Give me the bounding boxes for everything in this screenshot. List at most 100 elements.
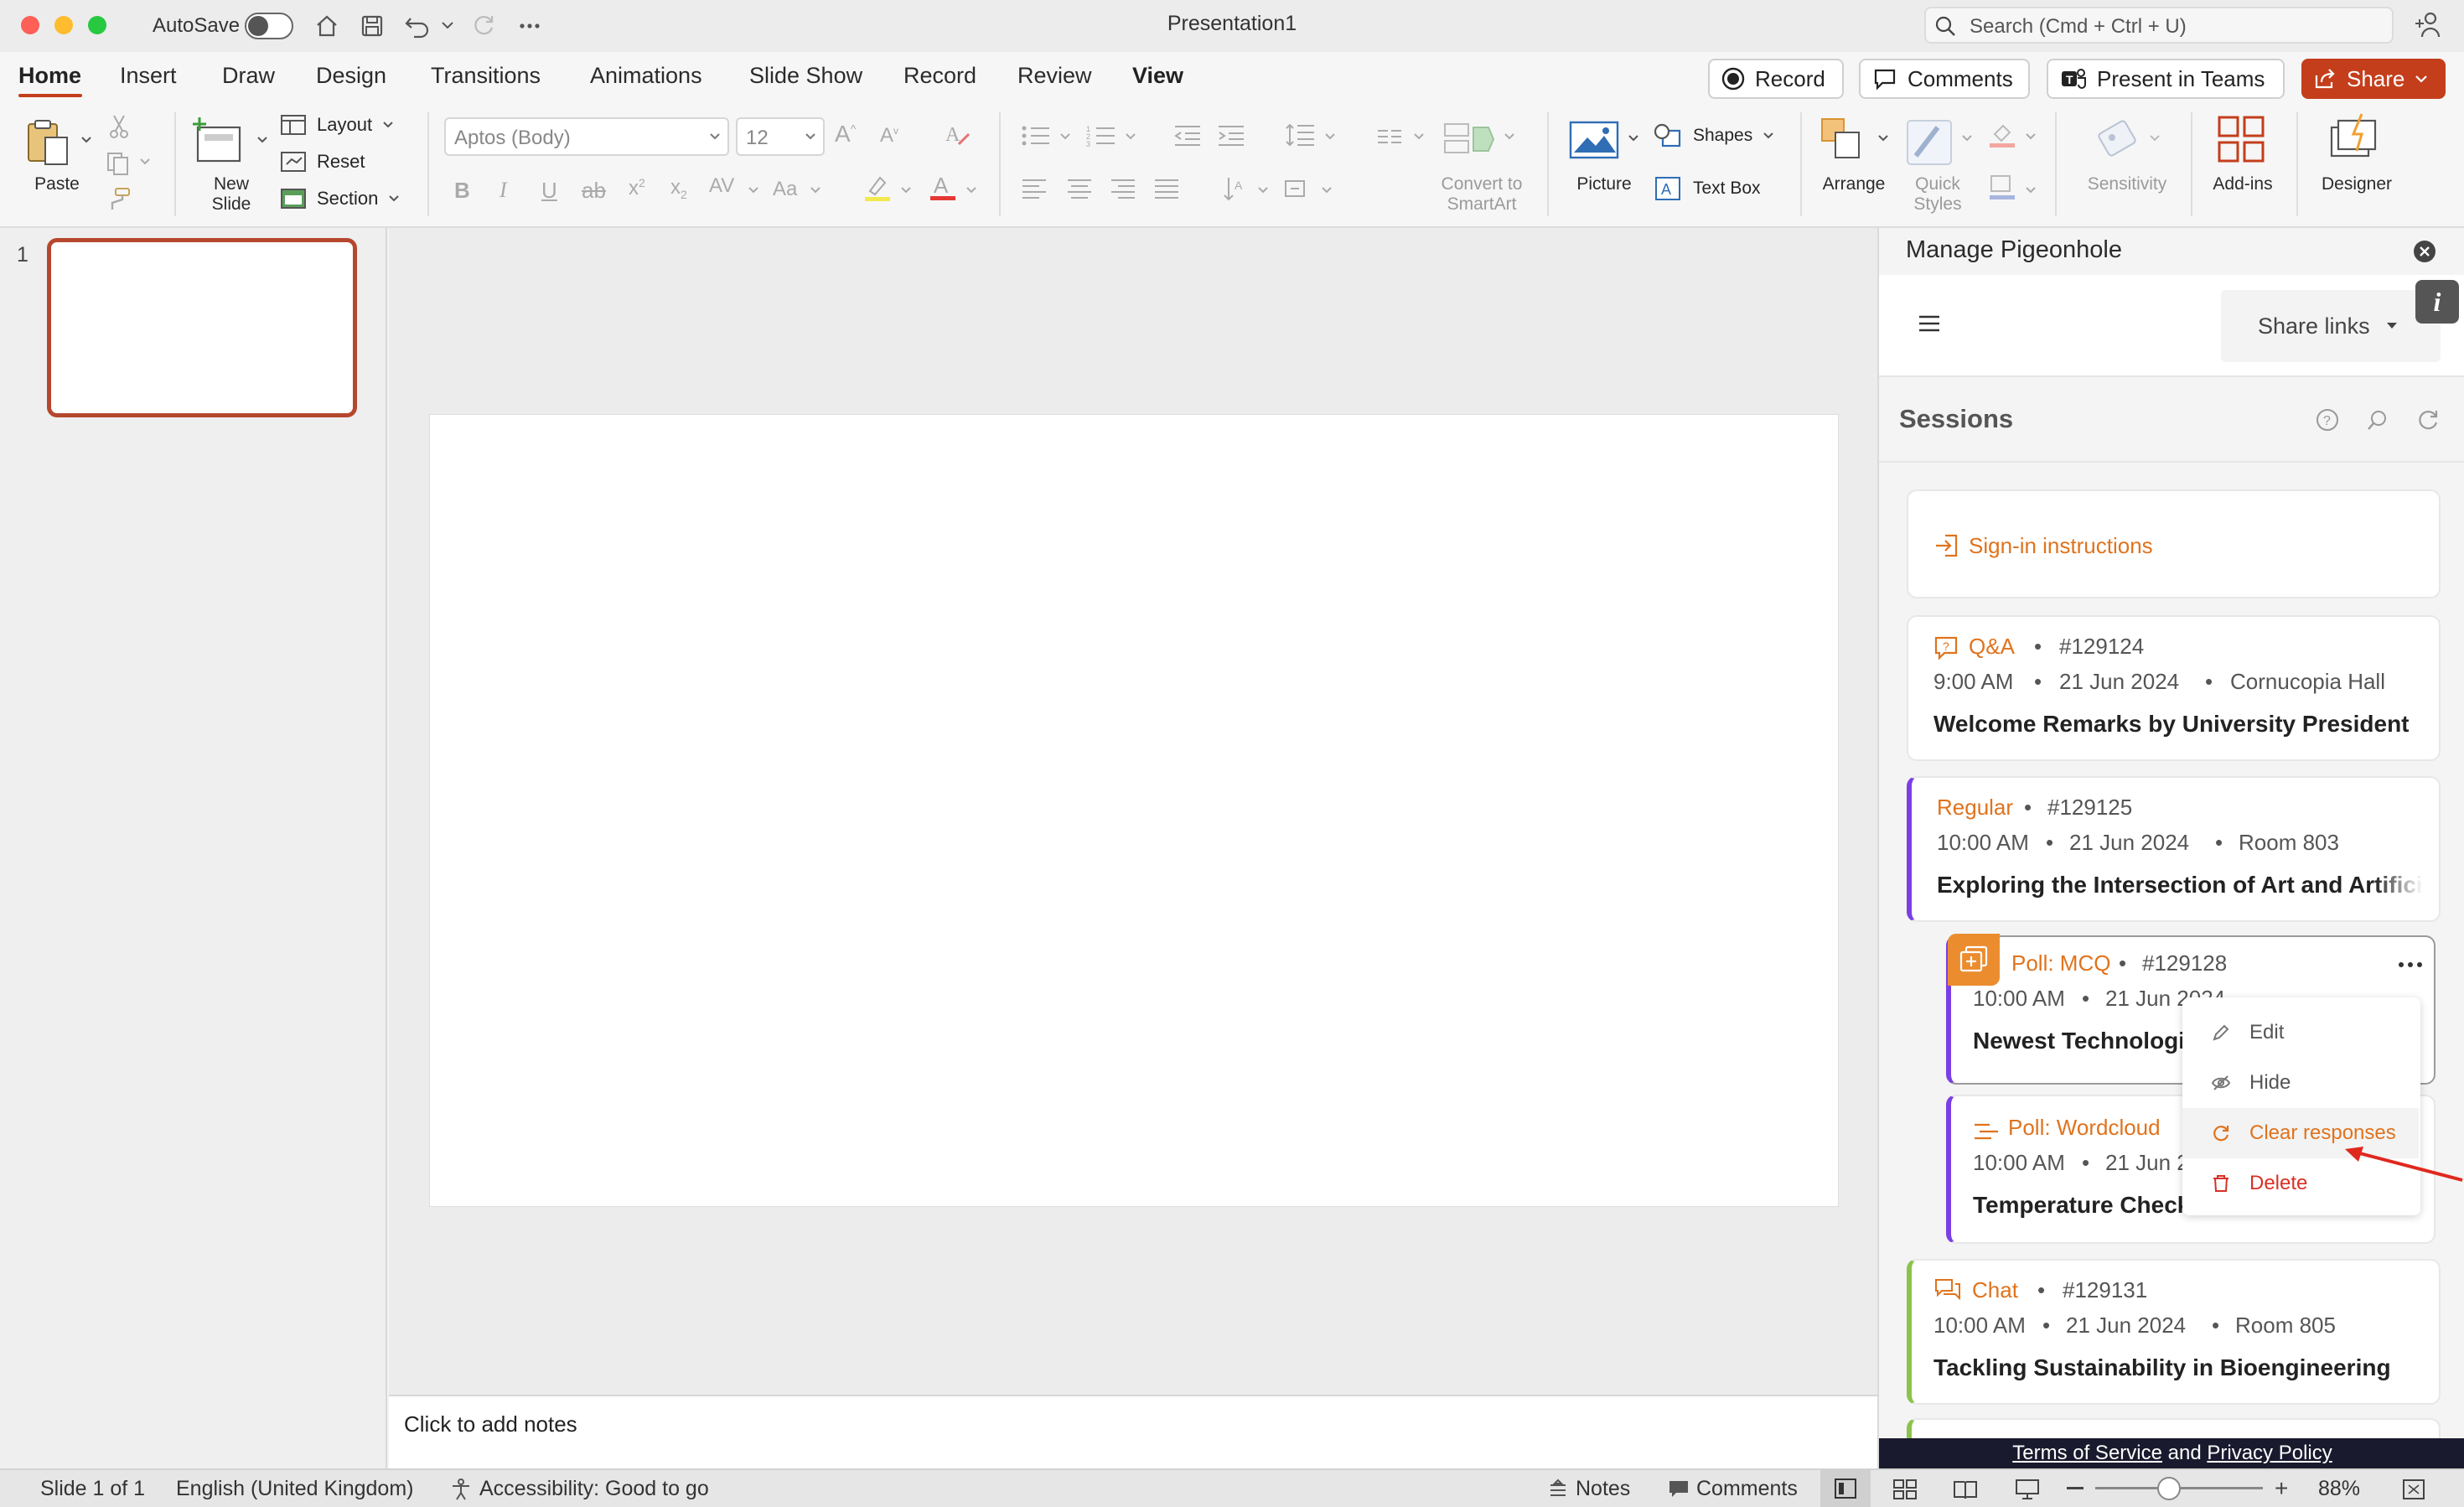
layout-button[interactable]: Layout	[280, 114, 394, 136]
help-icon[interactable]: ?	[2315, 407, 2340, 432]
paste-dropdown-icon[interactable]	[80, 136, 92, 144]
tab-transitions[interactable]: Transitions	[431, 60, 541, 91]
session-card-qa[interactable]: ? Q&A • #129124 9:00 AM • 21 Jun 2024 • …	[1907, 615, 2441, 761]
close-window-button[interactable]	[21, 16, 39, 34]
picture-icon[interactable]	[1569, 119, 1621, 161]
cut-icon[interactable]	[107, 114, 131, 139]
close-icon[interactable]	[2412, 239, 2437, 264]
strikethrough-icon[interactable]: ab	[582, 178, 606, 204]
maximize-window-button[interactable]	[88, 16, 106, 34]
chevron-down-icon[interactable]	[965, 186, 977, 194]
normal-view-button[interactable]	[1820, 1470, 1871, 1507]
chevron-down-icon[interactable]	[900, 186, 912, 194]
columns-icon[interactable]	[1376, 127, 1403, 146]
more-icon[interactable]	[512, 8, 547, 44]
undo-dropdown-icon[interactable]	[441, 20, 454, 30]
shape-outline-icon[interactable]	[1988, 173, 2016, 201]
copy-dropdown-icon[interactable]	[139, 158, 151, 166]
paste-icon[interactable]	[22, 116, 75, 169]
font-color-icon[interactable]: A	[929, 171, 957, 203]
subscript-icon[interactable]: x2	[670, 176, 687, 201]
convert-smartart-icon[interactable]	[1443, 119, 1495, 163]
reset-button[interactable]: Reset	[280, 151, 365, 173]
sign-in-card[interactable]: Sign-in instructions	[1907, 489, 2441, 598]
slide-sorter-icon[interactable]	[1892, 1479, 1918, 1500]
share-button[interactable]: Share	[2301, 59, 2446, 99]
clear-formatting-icon[interactable]: A	[944, 121, 972, 149]
terms-link[interactable]: Terms of Service	[2012, 1442, 2162, 1464]
text-box-button[interactable]: A Text Box	[1654, 176, 1761, 201]
tab-insert[interactable]: Insert	[120, 60, 177, 91]
chevron-down-icon[interactable]	[1324, 132, 1336, 141]
privacy-link[interactable]: Privacy Policy	[2207, 1442, 2332, 1464]
chevron-down-icon[interactable]	[1059, 132, 1071, 141]
change-case-icon[interactable]: Aa	[773, 178, 797, 201]
reading-view-icon[interactable]	[1953, 1479, 1978, 1500]
zoom-slider-thumb[interactable]	[2157, 1477, 2181, 1500]
tab-draw[interactable]: Draw	[222, 60, 275, 91]
slide-canvas[interactable]	[429, 414, 1839, 1207]
text-direction-icon[interactable]: A	[1222, 174, 1247, 203]
zoom-in-button[interactable]: +	[2275, 1475, 2288, 1502]
autosave-toggle[interactable]	[245, 13, 293, 39]
chevron-down-icon[interactable]	[810, 186, 821, 194]
slide-show-icon[interactable]	[2015, 1479, 2040, 1500]
minimize-window-button[interactable]	[54, 16, 73, 34]
tab-design[interactable]: Design	[316, 60, 386, 91]
slide-thumbnail[interactable]	[47, 238, 357, 417]
chevron-down-icon[interactable]	[1961, 134, 1973, 142]
record-button[interactable]: Record	[1708, 59, 1844, 99]
chevron-down-icon[interactable]	[1628, 134, 1639, 142]
section-button[interactable]: Section	[280, 188, 400, 210]
increase-indent-icon[interactable]	[1217, 124, 1245, 148]
decrease-font-icon[interactable]: Av	[880, 124, 898, 148]
align-left-icon[interactable]	[1021, 178, 1048, 199]
redo-icon[interactable]	[466, 8, 501, 44]
chevron-down-icon[interactable]	[1504, 132, 1515, 141]
tab-record[interactable]: Record	[903, 60, 976, 91]
hamburger-menu-icon[interactable]	[1918, 313, 1941, 334]
arrange-icon[interactable]	[1819, 114, 1869, 166]
chevron-down-icon[interactable]	[1877, 134, 1889, 142]
chevron-down-icon[interactable]	[2025, 186, 2037, 194]
more-options-icon[interactable]	[2397, 961, 2424, 969]
session-card-regular[interactable]: Regular • #129125 10:00 AM • 21 Jun 2024…	[1907, 776, 2441, 922]
chevron-down-icon[interactable]	[2149, 134, 2161, 142]
addins-icon[interactable]	[2216, 114, 2266, 164]
menu-item-hide[interactable]: Hide	[2182, 1058, 2419, 1108]
shapes-button[interactable]: Shapes	[1653, 122, 1774, 149]
refresh-icon[interactable]	[2415, 407, 2441, 432]
tab-animations[interactable]: Animations	[590, 60, 702, 91]
underline-icon[interactable]: U	[541, 178, 557, 204]
accessibility-button[interactable]: Accessibility: Good to go	[449, 1477, 709, 1501]
bullets-icon[interactable]	[1021, 124, 1051, 148]
chevron-down-icon[interactable]	[1257, 186, 1269, 194]
chevron-down-icon[interactable]	[1413, 132, 1425, 141]
tab-slide-show[interactable]: Slide Show	[749, 60, 862, 91]
chevron-down-icon[interactable]	[748, 186, 759, 194]
numbering-icon[interactable]: 123	[1086, 124, 1116, 148]
home-icon[interactable]	[309, 8, 344, 44]
language[interactable]: English (United Kingdom)	[176, 1477, 413, 1501]
increase-font-icon[interactable]: A^	[835, 121, 856, 148]
designer-icon[interactable]	[2328, 112, 2384, 164]
shape-fill-icon[interactable]	[1988, 121, 2016, 149]
comments-button[interactable]: Comments	[1859, 59, 2030, 99]
save-icon[interactable]	[355, 8, 390, 44]
chevron-down-icon[interactable]	[1125, 132, 1136, 141]
chevron-down-icon[interactable]	[2025, 132, 2037, 141]
align-text-icon[interactable]	[1282, 176, 1311, 201]
align-right-icon[interactable]	[1110, 178, 1136, 199]
account-icon[interactable]	[2412, 8, 2446, 42]
bold-icon[interactable]: B	[454, 178, 470, 204]
font-name-select[interactable]: Aptos (Body)	[444, 117, 729, 156]
tab-view[interactable]: View	[1132, 60, 1183, 91]
align-center-icon[interactable]	[1066, 178, 1093, 199]
character-spacing-icon[interactable]: AV	[709, 174, 734, 198]
format-painter-icon[interactable]	[106, 186, 132, 211]
quick-styles-icon[interactable]	[1904, 116, 1956, 168]
new-slide-dropdown-icon[interactable]	[256, 136, 268, 144]
zoom-out-button[interactable]	[2067, 1487, 2084, 1489]
highlight-icon[interactable]	[863, 173, 892, 203]
info-icon[interactable]: i	[2415, 280, 2459, 324]
